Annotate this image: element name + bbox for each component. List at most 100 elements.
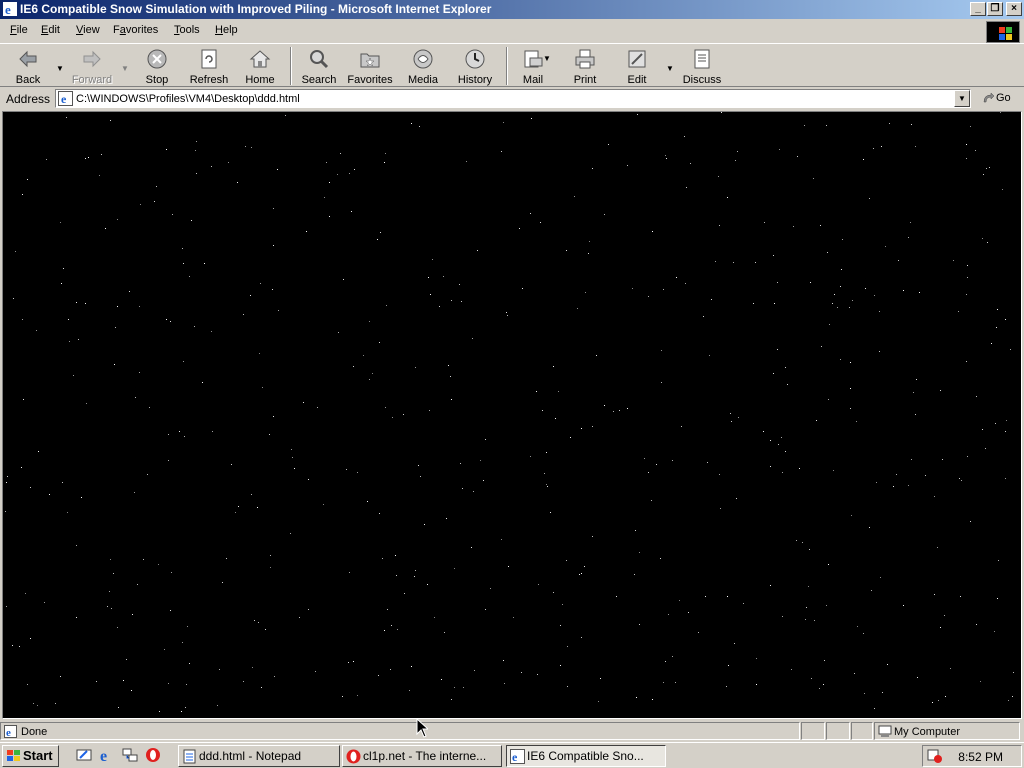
taskbar: Start e ddd.html - Notepad cl1p.net - Th… (0, 742, 1024, 768)
snowflake (644, 458, 645, 459)
snowflake (668, 614, 669, 615)
menu-tools[interactable]: Tools (174, 24, 200, 36)
menu-help[interactable]: Help (215, 24, 238, 36)
mail-dropdown-icon[interactable]: ▼ (543, 54, 553, 63)
snowflake (76, 617, 77, 618)
menu-favorites[interactable]: Favorites (113, 24, 158, 36)
snowflake (379, 513, 380, 514)
snowflake (379, 342, 380, 343)
snowflake (824, 660, 825, 661)
snowflake (137, 584, 138, 585)
go-button[interactable]: Go (978, 90, 1022, 107)
snowflake (211, 166, 212, 167)
page-content-snow-canvas[interactable] (2, 111, 1022, 719)
snowflake (925, 475, 926, 476)
start-button[interactable]: Start (2, 745, 59, 767)
snowflake (828, 564, 829, 565)
snowflake (874, 708, 875, 709)
snowflake (690, 163, 691, 164)
status-bar: e Done My Computer (0, 721, 1024, 741)
edit-dropdown-icon[interactable]: ▼ (666, 64, 676, 73)
snowflake (736, 498, 737, 499)
task-opera[interactable]: cl1p.net - The interne... (342, 745, 502, 767)
clock[interactable]: 8:52 PM (958, 750, 1003, 764)
forward-dropdown-icon[interactable]: ▼ (121, 64, 131, 73)
snowflake (134, 492, 135, 493)
title-bar[interactable]: e IE6 Compatible Snow Simulation with Im… (0, 0, 1024, 19)
snowflake (881, 146, 882, 147)
snowflake (285, 115, 286, 116)
snowflake (879, 311, 880, 312)
address-dropdown-icon[interactable]: ▼ (954, 90, 970, 107)
menu-view[interactable]: View (76, 24, 100, 36)
snowflake (171, 572, 172, 573)
edit-button[interactable]: Edit (612, 48, 662, 86)
forward-button[interactable]: Forward (67, 48, 117, 86)
snowflake (592, 168, 593, 169)
refresh-button[interactable]: Refresh (184, 48, 234, 86)
snowflake (222, 582, 223, 583)
restore-button[interactable]: ❐ (987, 2, 1003, 16)
snowflake (932, 702, 933, 703)
search-button[interactable]: Search (294, 48, 344, 86)
stop-icon (147, 49, 167, 69)
snowflake (537, 674, 538, 675)
minimize-button[interactable]: _ (970, 2, 986, 16)
task-notepad[interactable]: ddd.html - Notepad (178, 745, 340, 767)
snowflake (30, 638, 31, 639)
snowflake (985, 448, 986, 449)
snowflake (960, 596, 961, 597)
address-input[interactable]: e C:\WINDOWS\Profiles\VM4\Desktop\ddd.ht… (55, 89, 971, 108)
page-icon: e (58, 91, 73, 106)
opera-icon[interactable] (145, 747, 161, 763)
back-dropdown-icon[interactable]: ▼ (56, 64, 66, 73)
snowflake (384, 630, 385, 631)
close-button[interactable]: × (1006, 2, 1022, 16)
media-button[interactable]: Media (398, 48, 448, 86)
menu-edit[interactable]: Edit (41, 24, 60, 36)
snowflake (898, 260, 899, 261)
snowflake (863, 159, 864, 160)
snowflake (850, 362, 851, 363)
snowflake (164, 649, 165, 650)
favorites-folder-icon (360, 53, 380, 68)
stop-button[interactable]: Stop (132, 48, 182, 86)
snowflake (546, 452, 547, 453)
snowflake (833, 470, 834, 471)
snowflake (966, 361, 967, 362)
snowflake (372, 373, 373, 374)
show-desktop-icon[interactable] (76, 747, 92, 763)
snowflake (353, 366, 354, 367)
home-button[interactable]: Home (235, 48, 285, 86)
print-button[interactable]: Print (560, 48, 610, 86)
snowflake (903, 605, 904, 606)
snowflake (73, 375, 74, 376)
discuss-button[interactable]: Discuss (677, 48, 727, 86)
snowflake (727, 197, 728, 198)
snowflake (409, 690, 410, 691)
snowflake (555, 418, 556, 419)
snowflake (942, 459, 943, 460)
favorites-button[interactable]: Favorites (345, 48, 395, 86)
snowflake (774, 303, 775, 304)
scheduler-icon[interactable] (927, 749, 943, 764)
snowflake (566, 560, 567, 561)
snowflake (159, 711, 160, 712)
snowflake (661, 350, 662, 351)
snowflake (219, 669, 220, 670)
history-button[interactable]: History (450, 48, 500, 86)
back-button[interactable]: Back (3, 48, 53, 86)
snowflake (600, 678, 601, 679)
network-icon[interactable] (122, 747, 138, 763)
task-ie-active[interactable]: e IE6 Compatible Sno... (506, 745, 666, 767)
snowflake (114, 364, 115, 365)
snowflake (235, 512, 236, 513)
snowflake (179, 431, 180, 432)
snowflake (44, 602, 45, 603)
internet-explorer-icon[interactable]: e (99, 747, 115, 763)
snowflake (589, 241, 590, 242)
menu-file[interactable]: File (10, 24, 28, 36)
snowflake (945, 696, 946, 697)
snowflake (265, 629, 266, 630)
snowflake (385, 153, 386, 154)
